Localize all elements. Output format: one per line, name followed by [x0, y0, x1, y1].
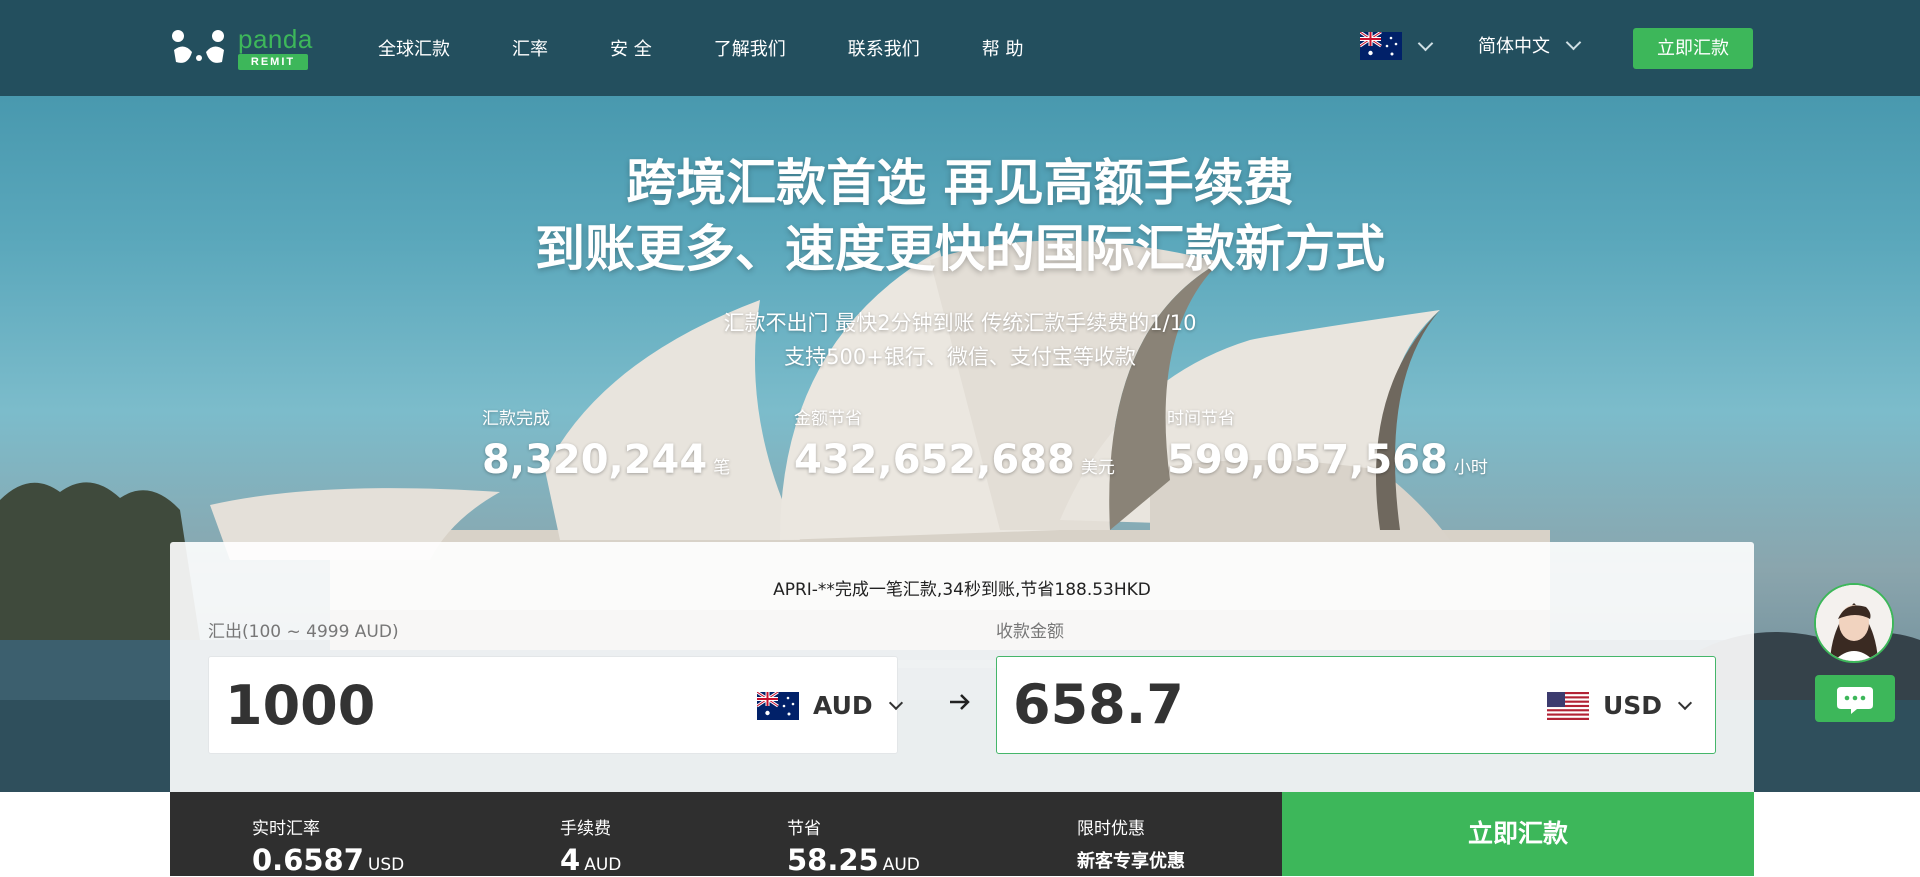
send-money-button[interactable]: 立即汇款	[1282, 792, 1754, 876]
language-selector[interactable]: 简体中文	[1478, 32, 1582, 58]
headline-line-1: 跨境汇款首选 再见高额手续费	[626, 154, 1294, 212]
fee-label: 手续费	[560, 819, 611, 839]
send-currency-code: AUD	[813, 691, 873, 720]
recent-transfer-notice: APRI-**完成一笔汇款,34秒到账,节省188.53HKD	[773, 580, 1151, 600]
chat-bubble-icon	[1837, 687, 1873, 714]
chevron-down-icon	[1677, 695, 1693, 710]
receive-amount-label: 收款金额	[996, 622, 1064, 642]
rate-label: 实时汇率	[252, 819, 320, 839]
top-navbar: panda REMIT 全球汇款 汇率 安 全 了解我们 联系我们 帮 助 简体…	[0, 0, 1920, 96]
save-unit: AUD	[882, 855, 920, 875]
nav-help[interactable]: 帮 助	[982, 35, 1024, 61]
send-money-button-header[interactable]: 立即汇款	[1633, 28, 1753, 69]
stat-unit: 美元	[1080, 458, 1115, 478]
hero-subline: 汇款不出门 最快2分钟到账 传统汇款手续费的1/10 支持500+银行、微信、支…	[0, 306, 1920, 374]
exchange-rate-metric: 实时汇率 0.6587 USD	[252, 814, 404, 877]
receive-amount-box: 658.7 USD	[996, 656, 1716, 754]
receive-currency-selector[interactable]: USD	[1547, 691, 1693, 720]
chevron-down-icon	[1417, 35, 1434, 51]
fee-unit: AUD	[584, 855, 622, 875]
support-agent-avatar[interactable]	[1814, 583, 1894, 663]
stat-label: 金额节省	[794, 409, 862, 429]
hero-headline: 跨境汇款首选 再见高额手续费 到账更多、速度更快的国际汇款新方式	[0, 150, 1920, 282]
save-label: 节省	[787, 819, 821, 839]
chat-button[interactable]	[1815, 675, 1895, 722]
nav-global-remittance[interactable]: 全球汇款	[378, 35, 450, 61]
usa-flag-icon	[1547, 691, 1589, 720]
remittance-calculator: APRI-**完成一笔汇款,34秒到账,节省188.53HKD 汇出(100 ~…	[170, 542, 1754, 792]
stat-transfers: 汇款完成 8,320,244 笔	[482, 404, 730, 483]
nav-security[interactable]: 安 全	[610, 35, 652, 61]
stat-unit: 小时	[1453, 458, 1488, 478]
promo-value[interactable]: 新客专享优惠	[1077, 851, 1185, 872]
promo-metric: 限时优惠 新客专享优惠	[1077, 814, 1185, 873]
stat-value: 599,057,568	[1167, 437, 1448, 483]
savings-metric: 节省 58.25 AUD	[787, 814, 920, 877]
receive-amount-value: 658.7	[1013, 673, 1184, 736]
subline-1: 汇款不出门 最快2分钟到账 传统汇款手续费的1/10	[723, 311, 1197, 335]
rate-unit: USD	[367, 855, 405, 875]
send-amount-box: AUD	[208, 656, 903, 754]
nav-about-us[interactable]: 了解我们	[714, 35, 786, 61]
country-selector[interactable]	[1360, 32, 1434, 60]
nav-exchange-rate[interactable]: 汇率	[512, 35, 548, 61]
panda-logo-icon	[172, 30, 224, 63]
main-nav: 全球汇款 汇率 安 全 了解我们 联系我们 帮 助	[378, 0, 1085, 96]
chevron-down-icon	[1565, 34, 1582, 50]
arrow-right-icon	[950, 694, 970, 710]
send-amount-input[interactable]	[225, 675, 705, 735]
fee-value: 4	[560, 843, 581, 877]
stat-value: 432,652,688	[794, 437, 1075, 483]
nav-contact-us[interactable]: 联系我们	[848, 35, 920, 61]
stat-label: 汇款完成	[482, 409, 550, 429]
stat-savings: 金额节省 432,652,688 美元	[794, 404, 1115, 483]
australia-flag-icon	[1360, 32, 1402, 60]
receive-currency-code: USD	[1603, 691, 1663, 720]
logo-tag: REMIT	[238, 54, 308, 70]
subline-2: 支持500+银行、微信、支付宝等收款	[784, 345, 1136, 369]
panda-remit-logo[interactable]: panda REMIT	[170, 24, 320, 72]
promo-label: 限时优惠	[1077, 819, 1145, 839]
quote-summary-bar: 实时汇率 0.6587 USD 手续费 4 AUD 节省 58.25 AUD 限时优惠…	[170, 792, 1754, 877]
stat-unit: 笔	[713, 458, 731, 478]
logo-wordmark: panda	[238, 24, 313, 54]
fee-metric: 手续费 4 AUD	[560, 814, 621, 877]
australia-flag-icon	[757, 691, 799, 720]
stat-label: 时间节省	[1167, 409, 1235, 429]
save-value: 58.25	[787, 843, 879, 877]
send-amount-label: 汇出(100 ~ 4999 AUD)	[208, 622, 399, 642]
language-label: 简体中文	[1478, 36, 1550, 57]
stat-value: 8,320,244	[482, 437, 708, 483]
stat-time-saved: 时间节省 599,057,568 小时	[1167, 404, 1488, 483]
chevron-down-icon	[888, 695, 903, 710]
send-currency-selector[interactable]: AUD	[757, 691, 903, 720]
rate-value: 0.6587	[252, 843, 364, 877]
headline-line-2: 到账更多、速度更快的国际汇款新方式	[535, 220, 1385, 278]
agent-portrait-icon	[1816, 585, 1892, 661]
